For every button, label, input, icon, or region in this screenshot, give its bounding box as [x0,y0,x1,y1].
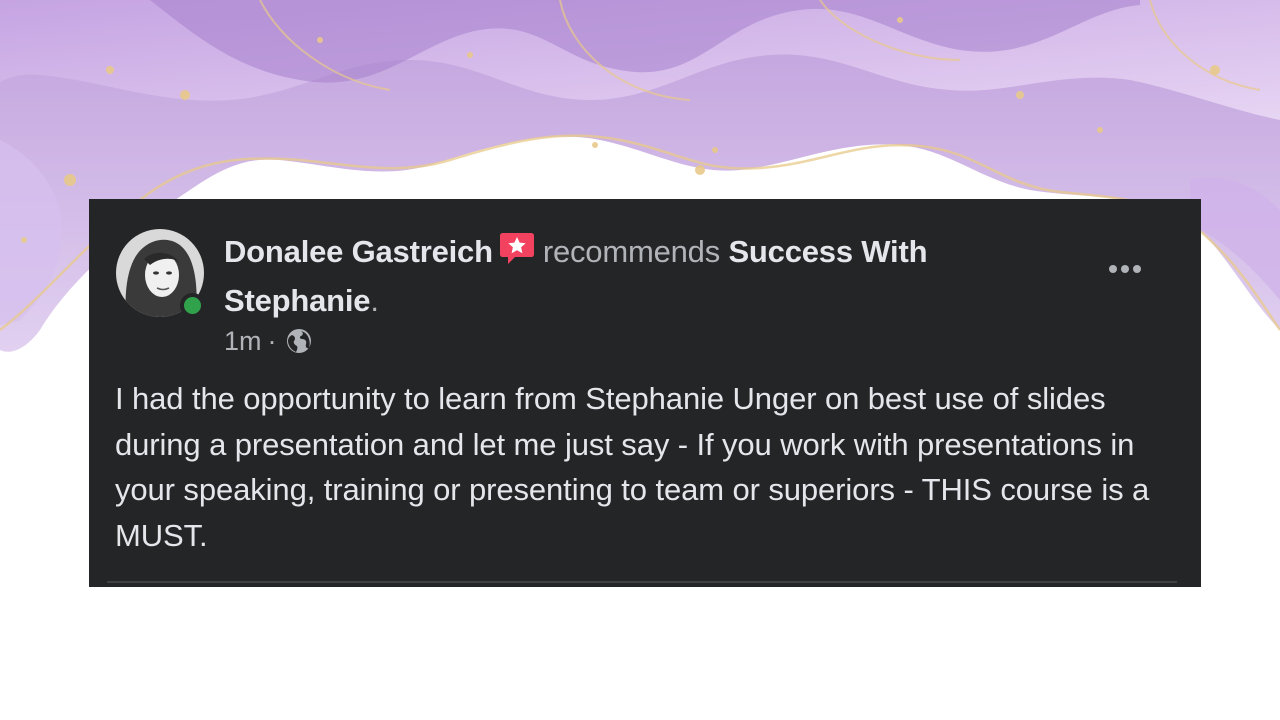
author-avatar-wrap[interactable] [116,229,205,318]
page-name-link-line2[interactable]: Stephanie [224,283,371,318]
post-divider [107,581,1177,583]
post-timestamp[interactable]: 1m [224,326,262,357]
post-header: Donalee Gastreich recommends Success With… [224,229,1084,323]
recommendation-post-card: Donalee Gastreich recommends Success With… [89,199,1201,587]
meta-separator: · [267,325,277,356]
online-status-dot [180,293,205,318]
post-body-text: I had the opportunity to learn from Step… [115,381,1150,553]
more-options-button[interactable] [1101,251,1149,287]
post-meta: 1m · [224,321,313,361]
author-name-link[interactable]: Donalee Gastreich [224,234,493,269]
recommends-text: recommends [542,234,721,269]
more-options-icon [1109,265,1117,273]
globe-icon[interactable] [285,327,313,355]
slide-canvas: Donalee Gastreich recommends Success With… [0,0,1280,720]
header-period: . [370,283,379,318]
recommendation-star-icon [499,232,535,278]
page-name-link-line1[interactable]: Success With [728,234,927,269]
